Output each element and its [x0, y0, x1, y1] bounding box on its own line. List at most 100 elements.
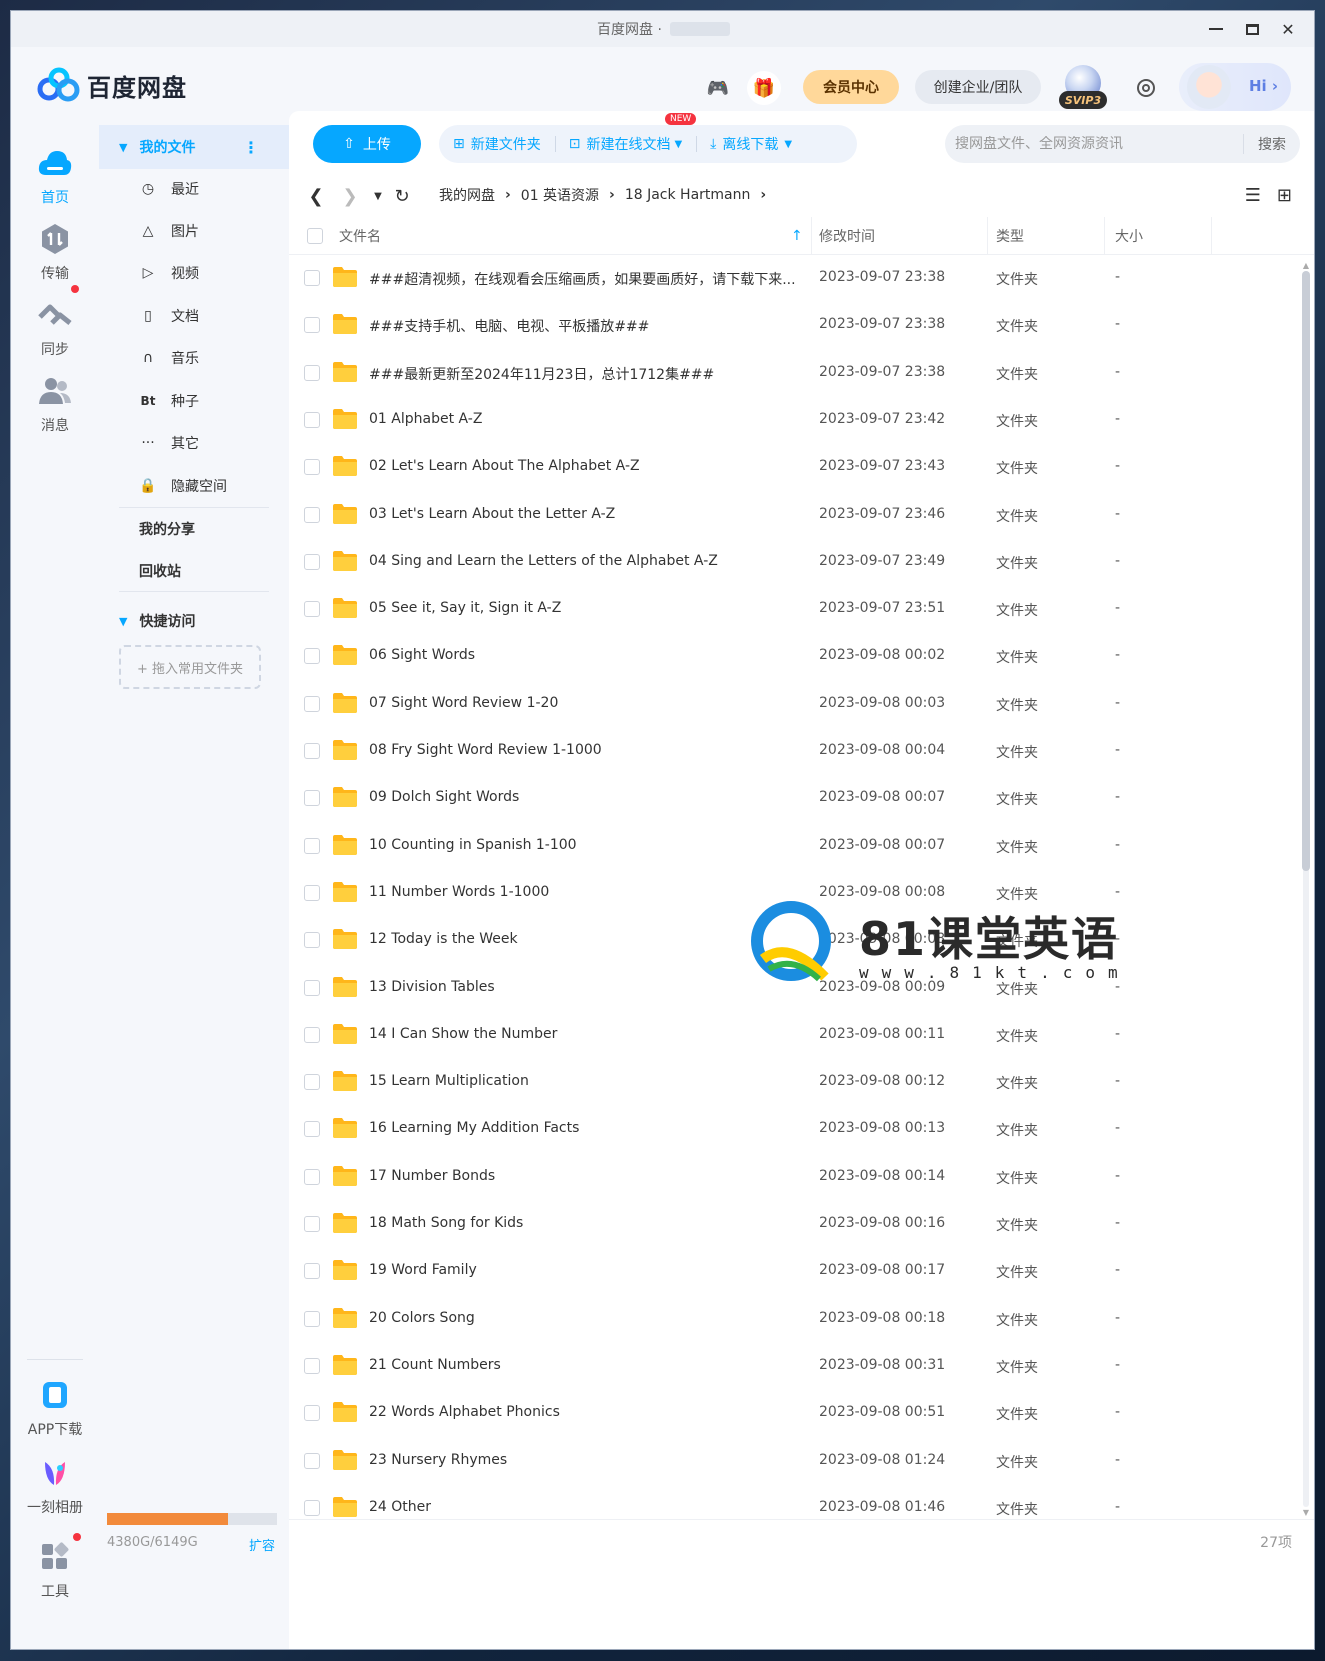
file-name[interactable]: 05 See it, Say it, Sign it A-Z	[369, 600, 809, 616]
breadcrumb-item[interactable]: 我的网盘	[439, 185, 495, 205]
more-vertical-icon[interactable]: ⋮	[243, 138, 259, 157]
table-row[interactable]: 20 Colors Song 2023-09-08 00:18 文件夹 -	[289, 1296, 1299, 1343]
file-name[interactable]: 10 Counting in Spanish 1-100	[369, 837, 809, 853]
offline-download-button[interactable]: ⤓ 离线下载 ▼	[696, 125, 806, 163]
row-checkbox[interactable]	[304, 885, 320, 901]
new-online-doc-button[interactable]: ⊡ 新建在线文档 ▼	[554, 125, 696, 163]
file-name[interactable]: 04 Sing and Learn the Letters of the Alp…	[369, 553, 809, 569]
app-logo[interactable]: 百度网盘	[37, 67, 187, 103]
file-name[interactable]: 24 Other	[369, 1499, 809, 1515]
user-avatar-button[interactable]: Hi ›	[1179, 63, 1291, 111]
maximize-button[interactable]	[1234, 11, 1270, 47]
row-checkbox[interactable]	[304, 696, 320, 712]
rail-item-sync[interactable]: 同步	[11, 285, 99, 359]
row-checkbox[interactable]	[304, 1405, 320, 1421]
row-checkbox[interactable]	[304, 507, 320, 523]
row-checkbox[interactable]	[304, 317, 320, 333]
file-name[interactable]: 07 Sight Word Review 1-20	[369, 695, 809, 711]
file-name[interactable]: 01 Alphabet A-Z	[369, 411, 809, 427]
svip-badge[interactable]: SVIP3	[1059, 65, 1107, 109]
row-checkbox[interactable]	[304, 1453, 320, 1469]
rail-item-home[interactable]: 首页	[11, 145, 99, 207]
row-checkbox[interactable]	[304, 838, 320, 854]
file-name[interactable]: 20 Colors Song	[369, 1310, 809, 1326]
file-name[interactable]: 17 Number Bonds	[369, 1168, 809, 1184]
scroll-thumb[interactable]	[1302, 271, 1310, 871]
table-row[interactable]: 04 Sing and Learn the Letters of the Alp…	[289, 539, 1299, 586]
table-row[interactable]: 16 Learning My Addition Facts 2023-09-08 …	[289, 1106, 1299, 1153]
search-button[interactable]: 搜索	[1243, 134, 1300, 154]
side-item-music[interactable]: ∩ 音乐	[139, 346, 199, 370]
side-item-recent[interactable]: ◷ 最近	[139, 177, 199, 201]
file-name[interactable]: 23 Nursery Rhymes	[369, 1452, 809, 1468]
file-name[interactable]: 19 Word Family	[369, 1262, 809, 1278]
table-row[interactable]: 06 Sight Words 2023-09-08 00:02 文件夹 -	[289, 633, 1299, 680]
breadcrumb-item[interactable]: 18 Jack Hartmann	[625, 187, 751, 203]
table-row[interactable]: ###超清视频，在线观看会压缩画质，如果要画质好，请下载下来... 2023-09…	[289, 255, 1299, 302]
row-checkbox[interactable]	[304, 932, 320, 948]
upload-button[interactable]: ⇧ 上传	[313, 125, 421, 163]
row-checkbox[interactable]	[304, 554, 320, 570]
row-checkbox[interactable]	[304, 1216, 320, 1232]
sort-ascending-icon[interactable]: ↑	[791, 217, 803, 255]
row-checkbox[interactable]	[304, 1263, 320, 1279]
grid-view-icon[interactable]: ⊞	[1277, 185, 1292, 206]
table-row[interactable]: 21 Count Numbers 2023-09-08 00:31 文件夹 -	[289, 1343, 1299, 1390]
settings-icon[interactable]	[1129, 71, 1163, 105]
row-checkbox[interactable]	[304, 790, 320, 806]
expand-storage-link[interactable]: 扩容	[249, 1535, 275, 1554]
quick-access-header[interactable]: ▼ 快捷访问	[119, 611, 195, 631]
side-item-images[interactable]: △ 图片	[139, 219, 199, 243]
row-checkbox[interactable]	[304, 980, 320, 996]
row-checkbox[interactable]	[304, 1311, 320, 1327]
file-name[interactable]: 03 Let's Learn About the Letter A-Z	[369, 506, 809, 522]
table-row[interactable]: 14 I Can Show the Number 2023-09-08 00:11…	[289, 1012, 1299, 1059]
row-checkbox[interactable]	[304, 1121, 320, 1137]
recycle-bin-link[interactable]: 回收站	[139, 561, 181, 581]
side-item-hidden-space[interactable]: 🔒 隐藏空间	[139, 474, 227, 498]
rail-item-transfer[interactable]: 传输	[11, 221, 99, 283]
table-row[interactable]: 01 Alphabet A-Z 2023-09-07 23:42 文件夹 -	[289, 397, 1299, 444]
table-row[interactable]: 18 Math Song for Kids 2023-09-08 00:16 文件夹…	[289, 1201, 1299, 1248]
scroll-down-icon[interactable]: ▼	[1300, 1508, 1312, 1517]
side-item-torrent[interactable]: Bt 种子	[139, 389, 199, 413]
new-folder-button[interactable]: ⊞ 新建文件夹	[439, 125, 555, 163]
table-row[interactable]: 08 Fry Sight Word Review 1-1000 2023-09-0…	[289, 728, 1299, 775]
row-checkbox[interactable]	[304, 459, 320, 475]
row-checkbox[interactable]	[304, 1027, 320, 1043]
table-row[interactable]: 02 Let's Learn About The Alphabet A-Z 202…	[289, 444, 1299, 491]
table-row[interactable]: 03 Let's Learn About the Letter A-Z 2023-…	[289, 492, 1299, 539]
side-item-other[interactable]: ··· 其它	[139, 431, 199, 455]
history-dropdown-icon[interactable]: ▼	[365, 183, 391, 209]
column-header-mtime[interactable]: 修改时间	[819, 217, 875, 255]
side-item-documents[interactable]: ▯ 文档	[139, 304, 199, 328]
forward-icon[interactable]: ❯	[337, 183, 363, 209]
quick-access-drop-zone[interactable]: + 拖入常用文件夹	[119, 645, 261, 689]
file-name[interactable]: 06 Sight Words	[369, 647, 809, 663]
table-row[interactable]: ###最新更新至2024年11月23日，总计1712集### 2023-09-07…	[289, 350, 1299, 397]
rail-item-app-download[interactable]: APP下载	[11, 1377, 99, 1439]
scroll-up-icon[interactable]: ▲	[1300, 261, 1312, 270]
file-name[interactable]: 18 Math Song for Kids	[369, 1215, 809, 1231]
row-checkbox[interactable]	[304, 1358, 320, 1374]
file-name[interactable]: 11 Number Words 1-1000	[369, 884, 809, 900]
create-team-button[interactable]: 创建企业/团队	[915, 70, 1041, 104]
row-checkbox[interactable]	[304, 601, 320, 617]
vip-center-button[interactable]: 会员中心	[803, 70, 899, 104]
column-header-name[interactable]: 文件名	[339, 217, 381, 255]
column-header-size[interactable]: 大小	[1115, 217, 1143, 255]
row-checkbox[interactable]	[304, 412, 320, 428]
row-checkbox[interactable]	[304, 1074, 320, 1090]
file-name[interactable]: 12 Today is the Week	[369, 931, 809, 947]
file-name[interactable]: ###最新更新至2024年11月23日，总计1712集###	[369, 364, 809, 384]
table-row[interactable]: 10 Counting in Spanish 1-100 2023-09-08 0…	[289, 823, 1299, 870]
sort-list-icon[interactable]: ☰	[1245, 185, 1261, 206]
gift-icon[interactable]: 🎁	[747, 71, 781, 105]
table-row[interactable]: ###支持手机、电脑、电视、平板播放### 2023-09-07 23:38 文件夹…	[289, 302, 1299, 349]
vertical-scrollbar[interactable]: ▲ ▼	[1300, 261, 1312, 1517]
file-name[interactable]: 02 Let's Learn About The Alphabet A-Z	[369, 458, 809, 474]
row-checkbox[interactable]	[304, 648, 320, 664]
file-name[interactable]: 08 Fry Sight Word Review 1-1000	[369, 742, 809, 758]
row-checkbox[interactable]	[304, 270, 320, 286]
file-name[interactable]: 16 Learning My Addition Facts	[369, 1120, 809, 1136]
